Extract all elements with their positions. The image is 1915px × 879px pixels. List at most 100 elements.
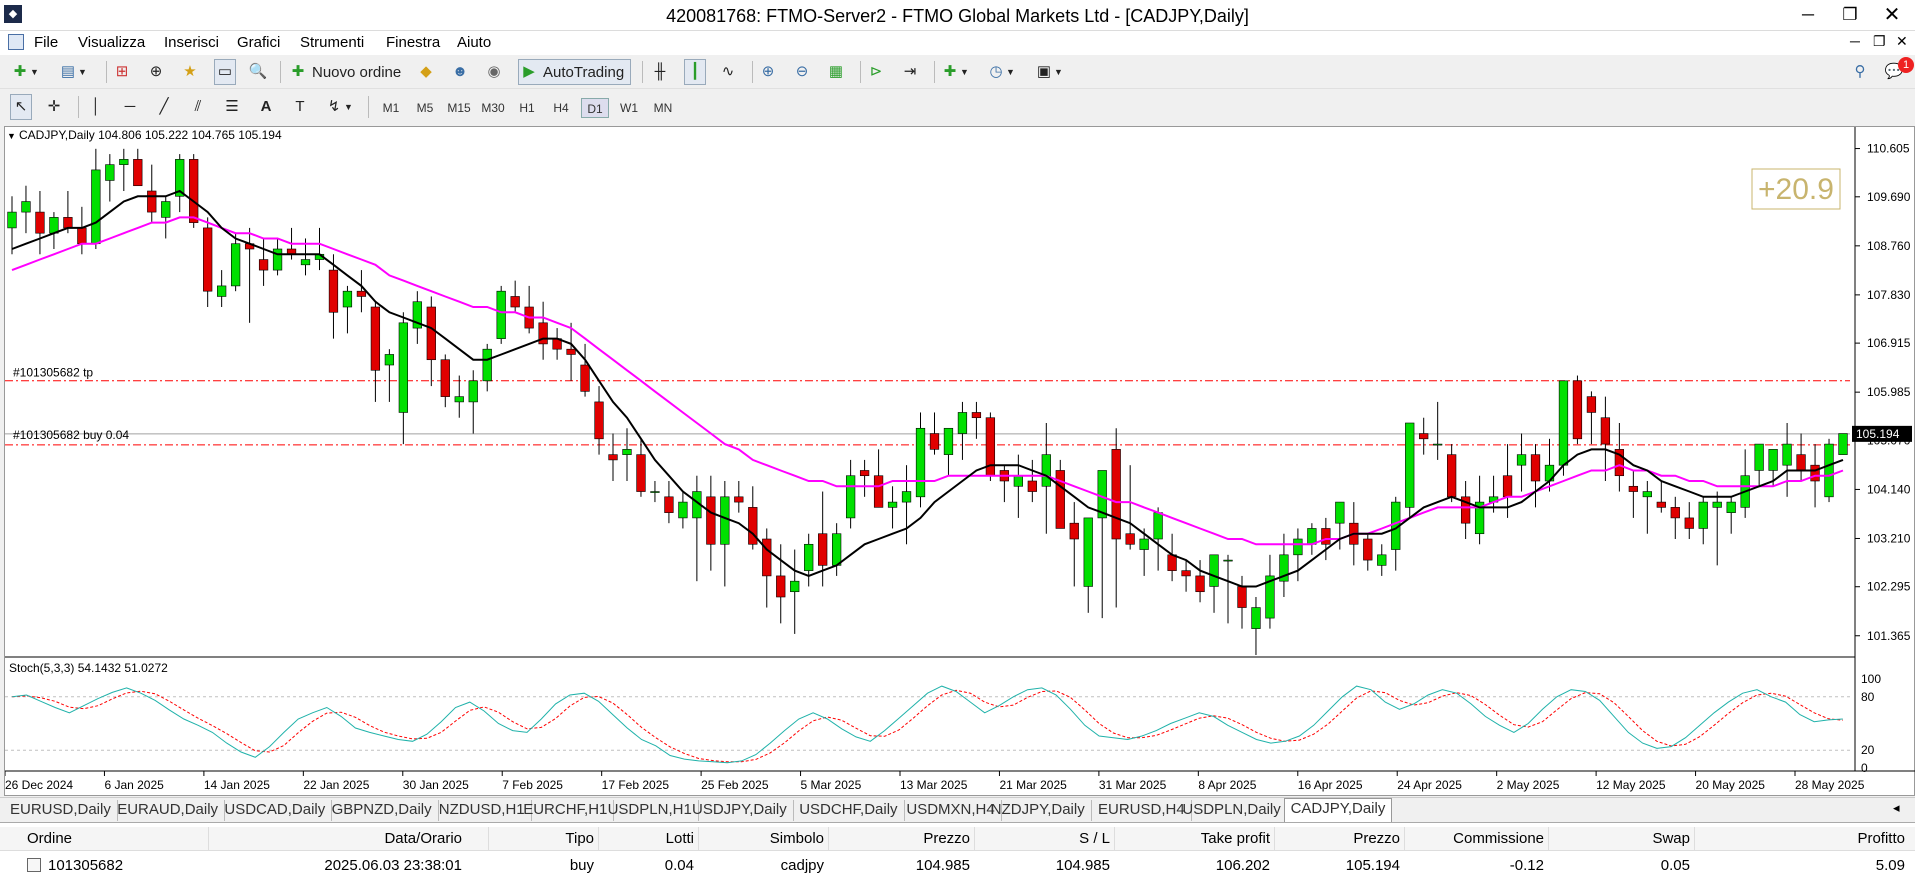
candle[interactable]	[1363, 538, 1373, 561]
candle[interactable]	[790, 580, 800, 593]
candle[interactable]	[901, 491, 912, 503]
candle[interactable]	[957, 412, 968, 434]
candle[interactable]	[1251, 607, 1261, 629]
candle[interactable]	[1712, 501, 1722, 508]
candle[interactable]	[77, 227, 87, 245]
candle[interactable]	[706, 496, 716, 545]
menu-help[interactable]: Aiuto	[457, 34, 491, 51]
candle[interactable]	[1321, 528, 1331, 545]
candle[interactable]	[1838, 433, 1848, 455]
candle[interactable]	[1516, 454, 1527, 466]
candle[interactable]	[203, 227, 213, 292]
templates-button[interactable]: ▣ ▼	[1034, 59, 1063, 85]
collapse-triangle-icon[interactable]: ▼	[7, 131, 16, 141]
equidistant-channel-button[interactable]: ⫽	[188, 94, 208, 120]
candle[interactable]	[1083, 517, 1093, 587]
candle[interactable]	[818, 533, 828, 566]
candle[interactable]	[384, 354, 395, 366]
candle[interactable]	[1405, 422, 1415, 508]
chart-tab[interactable]: NZDJPY,Daily	[985, 800, 1092, 821]
notifications-button[interactable]: 💬 1	[1884, 57, 1914, 85]
menu-file[interactable]: File	[34, 34, 58, 51]
candle[interactable]	[356, 290, 367, 297]
zoom-out-button[interactable]: ⊖	[792, 59, 812, 85]
candle[interactable]	[1670, 507, 1680, 519]
candle[interactable]	[594, 401, 604, 440]
column-header[interactable]: Prezzo	[1353, 830, 1400, 847]
crosshair-button[interactable]: ✛	[44, 94, 64, 120]
candle[interactable]	[328, 269, 339, 313]
signals-button[interactable]: ☻	[450, 59, 470, 85]
column-header[interactable]: Lotti	[666, 830, 694, 847]
menu-insert[interactable]: Inserisci	[164, 34, 219, 51]
line-chart-button[interactable]: ∿	[718, 59, 738, 85]
metaeditor-button[interactable]: ◆	[416, 59, 436, 85]
candle[interactable]	[608, 454, 618, 461]
candle[interactable]	[1698, 501, 1708, 529]
search-button[interactable]: ⚲	[1850, 59, 1870, 85]
candle[interactable]	[1782, 443, 1792, 466]
market-button[interactable]: ◉	[484, 59, 504, 85]
candle[interactable]	[832, 533, 842, 566]
navigator-button[interactable]: ★	[180, 59, 200, 85]
candle[interactable]	[1111, 449, 1121, 540]
candle[interactable]	[664, 496, 674, 513]
candle[interactable]	[1824, 443, 1834, 498]
candle[interactable]	[426, 306, 436, 361]
candle[interactable]	[1293, 538, 1303, 556]
cursor-button[interactable]: ↖	[10, 94, 32, 120]
column-header[interactable]: Data/Orario	[384, 830, 462, 847]
candle[interactable]	[1810, 464, 1820, 482]
chart-tab[interactable]: EURCHF,H1	[517, 800, 615, 821]
candle[interactable]	[1447, 454, 1457, 498]
zoom-in-button[interactable]: ⊕	[758, 59, 778, 85]
menu-charts[interactable]: Grafici	[237, 34, 280, 51]
column-header[interactable]: Take profit	[1201, 830, 1270, 847]
candle[interactable]	[748, 507, 758, 545]
chart-tab[interactable]: CADJPY,Daily	[1283, 798, 1393, 822]
candle[interactable]	[1209, 554, 1219, 587]
candle[interactable]	[1600, 417, 1611, 445]
candle[interactable]	[859, 470, 870, 477]
candle[interactable]	[1572, 380, 1583, 440]
fibonacci-button[interactable]: ☰	[222, 94, 242, 120]
chart-tab[interactable]: USDCAD,Daily	[218, 800, 333, 821]
candle[interactable]	[845, 475, 856, 519]
candle[interactable]	[580, 364, 590, 392]
column-header[interactable]: Commissione	[1453, 830, 1544, 847]
candle[interactable]	[1768, 449, 1778, 471]
child-close-icon[interactable]: ✕	[1896, 33, 1908, 50]
candle[interactable]	[678, 501, 688, 519]
candle[interactable]	[734, 496, 744, 503]
candle[interactable]	[1656, 501, 1666, 508]
candle[interactable]	[147, 190, 157, 213]
new-chart-button[interactable]: ✚ ▼	[10, 59, 39, 85]
candle[interactable]	[105, 164, 115, 181]
indicators-button[interactable]: ✚ ▼	[940, 59, 969, 85]
candle[interactable]	[1796, 454, 1806, 471]
vertical-line-button[interactable]: │	[86, 94, 106, 120]
table-row[interactable]: 101305682 2025.06.03 23:38:01 buy 0.04 cadjp…	[0, 854, 1915, 878]
candle[interactable]	[1307, 528, 1317, 545]
strategy-tester-button[interactable]: 🔍	[248, 59, 268, 85]
bar-chart-button[interactable]: ╫	[650, 59, 670, 85]
candlestick-button[interactable]: ┃	[684, 59, 706, 85]
candle[interactable]	[7, 211, 17, 229]
candle[interactable]	[1642, 491, 1652, 498]
autoscroll-button[interactable]: ⊳	[866, 59, 886, 85]
candle[interactable]	[91, 169, 101, 245]
tile-windows-button[interactable]: ▦	[826, 59, 846, 85]
candle[interactable]	[929, 433, 940, 450]
candle[interactable]	[189, 159, 199, 223]
candle[interactable]	[230, 243, 241, 287]
candle[interactable]	[1013, 475, 1023, 487]
candle[interactable]	[1335, 501, 1345, 524]
candle[interactable]	[1237, 586, 1247, 608]
scroll-tabs-icon[interactable]: ◂	[1893, 800, 1900, 816]
candle[interactable]	[1419, 433, 1429, 440]
candle[interactable]	[119, 159, 129, 165]
candle[interactable]	[887, 501, 898, 508]
column-header[interactable]: Tipo	[565, 830, 594, 847]
arrows-button[interactable]: ↯ ▼	[324, 94, 353, 120]
column-header[interactable]: S / L	[1079, 830, 1110, 847]
